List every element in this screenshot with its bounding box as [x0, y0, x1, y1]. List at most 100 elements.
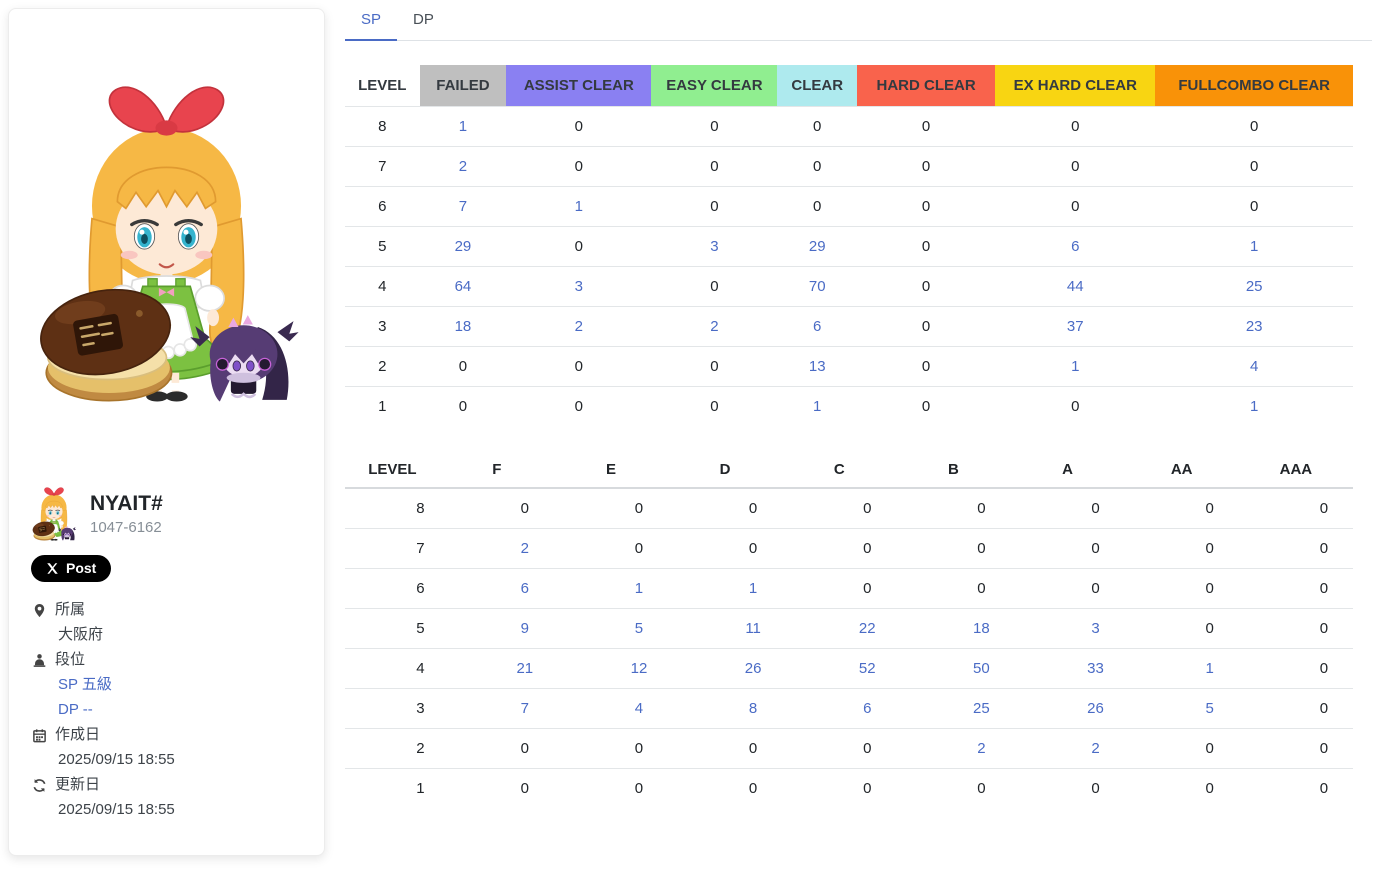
grade-count-link[interactable]: 12	[631, 660, 648, 677]
grade-count: 0	[1320, 660, 1328, 677]
lamp-count-link[interactable]: 23	[1246, 318, 1263, 335]
grade-count-link[interactable]: 18	[973, 620, 990, 637]
field-value[interactable]: DP --	[58, 697, 302, 722]
grade-count-link[interactable]: 25	[973, 700, 990, 717]
grade-count-link[interactable]: 26	[1087, 700, 1104, 717]
lamp-count-link[interactable]: 64	[455, 278, 472, 295]
grade-cell: 6	[782, 689, 896, 729]
location-pin-icon	[31, 602, 47, 618]
lamp-count-link[interactable]: 3	[710, 238, 718, 255]
lamp-count-link[interactable]: 1	[813, 398, 821, 415]
lamp-count-link[interactable]: 1	[1250, 398, 1258, 415]
lamp-count-link[interactable]: 6	[813, 318, 821, 335]
lamp-count-link[interactable]: 13	[809, 358, 826, 375]
lamp-count-link[interactable]: 1	[1071, 358, 1079, 375]
grade-count-link[interactable]: 6	[521, 580, 529, 597]
grade-count: 0	[749, 540, 757, 557]
grade-table-header-e: E	[554, 452, 668, 488]
lamp-count-link[interactable]: 3	[575, 278, 583, 295]
lamp-count-link[interactable]: 1	[1250, 238, 1258, 255]
grade-cell: 0	[1125, 488, 1239, 529]
lamp-count-link[interactable]: 2	[575, 318, 583, 335]
x-post-button[interactable]: Post	[31, 555, 111, 582]
tab-sp[interactable]: SP	[345, 0, 397, 41]
grade-count-link[interactable]: 7	[521, 700, 529, 717]
grade-count-link[interactable]: 1	[635, 580, 643, 597]
lamp-count: 0	[710, 358, 718, 375]
grade-count-link[interactable]: 1	[749, 580, 757, 597]
lamp-count: 0	[813, 118, 821, 135]
grade-cell: 0	[1239, 529, 1353, 569]
lamp-cell: 0	[506, 347, 651, 387]
grade-cell: 0	[896, 488, 1010, 529]
grade-count-link[interactable]: 1	[1205, 660, 1213, 677]
lamp-count-link[interactable]: 1	[575, 198, 583, 215]
grade-count: 0	[635, 740, 643, 757]
grade-count-link[interactable]: 21	[516, 660, 533, 677]
lamp-count: 0	[459, 358, 467, 375]
grade-cell: 0	[1239, 689, 1353, 729]
lamp-count-link[interactable]: 2	[710, 318, 718, 335]
grade-count-link[interactable]: 50	[973, 660, 990, 677]
lamp-count-link[interactable]: 25	[1246, 278, 1263, 295]
grade-count: 0	[1320, 780, 1328, 797]
grade-cell: 0	[1125, 729, 1239, 769]
grade-cell: 0	[440, 488, 554, 529]
grade-count-link[interactable]: 26	[745, 660, 762, 677]
grade-count-link[interactable]: 8	[749, 700, 757, 717]
lamp-count: 0	[575, 358, 583, 375]
field-value[interactable]: SP 五級	[58, 672, 302, 697]
grade-count: 0	[749, 740, 757, 757]
grade-count-link[interactable]: 4	[635, 700, 643, 717]
clear-table-header-ex-hard-clear: EX HARD CLEAR	[995, 65, 1155, 107]
lamp-cell: 0	[1155, 107, 1353, 147]
grade-cell: 0	[668, 529, 782, 569]
lamp-count: 0	[1071, 158, 1079, 175]
lamp-cell: 0	[1155, 187, 1353, 227]
grade-count-link[interactable]: 52	[859, 660, 876, 677]
lamp-count-link[interactable]: 4	[1250, 358, 1258, 375]
level-cell: 7	[345, 147, 420, 187]
lamp-count-link[interactable]: 2	[459, 158, 467, 175]
lamp-count-link[interactable]: 70	[809, 278, 826, 295]
tab-dp[interactable]: DP	[397, 0, 450, 40]
clear-table-header-level: LEVEL	[345, 65, 420, 107]
grade-count-link[interactable]: 6	[863, 700, 871, 717]
lamp-cell: 44	[995, 267, 1155, 307]
grade-cell: 2	[440, 529, 554, 569]
grade-count: 0	[1091, 540, 1099, 557]
sp-dp-tabs: SP DP	[345, 0, 1372, 41]
grade-count-link[interactable]: 2	[521, 540, 529, 557]
lamp-cell: 0	[506, 147, 651, 187]
lamp-count: 0	[1250, 118, 1258, 135]
grade-cell: 0	[1239, 488, 1353, 529]
grade-count: 0	[863, 540, 871, 557]
lamp-count-link[interactable]: 7	[459, 198, 467, 215]
grade-count-link[interactable]: 9	[521, 620, 529, 637]
field-label-text: 作成日	[55, 723, 100, 747]
lamp-count-link[interactable]: 44	[1067, 278, 1084, 295]
grade-cell: 2	[1010, 729, 1124, 769]
grade-count-link[interactable]: 5	[635, 620, 643, 637]
grade-table-row: 595112218300	[345, 609, 1353, 649]
grade-count-link[interactable]: 3	[1091, 620, 1099, 637]
lamp-count-link[interactable]: 37	[1067, 318, 1084, 335]
grade-count-link[interactable]: 5	[1205, 700, 1213, 717]
grade-count-link[interactable]: 2	[1091, 740, 1099, 757]
grade-count-link[interactable]: 33	[1087, 660, 1104, 677]
grade-count-link[interactable]: 11	[745, 620, 761, 637]
lamp-cell: 25	[1155, 267, 1353, 307]
grade-cell: 6	[440, 569, 554, 609]
lamp-count-link[interactable]: 18	[455, 318, 472, 335]
lamp-count-link[interactable]: 29	[455, 238, 472, 255]
lamp-cell: 1	[995, 347, 1155, 387]
lamp-count-link[interactable]: 1	[459, 118, 467, 135]
lamp-count: 0	[710, 158, 718, 175]
lamp-count-link[interactable]: 6	[1071, 238, 1079, 255]
grade-count-link[interactable]: 22	[859, 620, 876, 637]
grade-count-link[interactable]: 2	[977, 740, 985, 757]
lamp-count-link[interactable]: 29	[809, 238, 826, 255]
grade-cell: 0	[782, 569, 896, 609]
grade-count: 0	[1205, 780, 1213, 797]
grade-table-header-f: F	[440, 452, 554, 488]
